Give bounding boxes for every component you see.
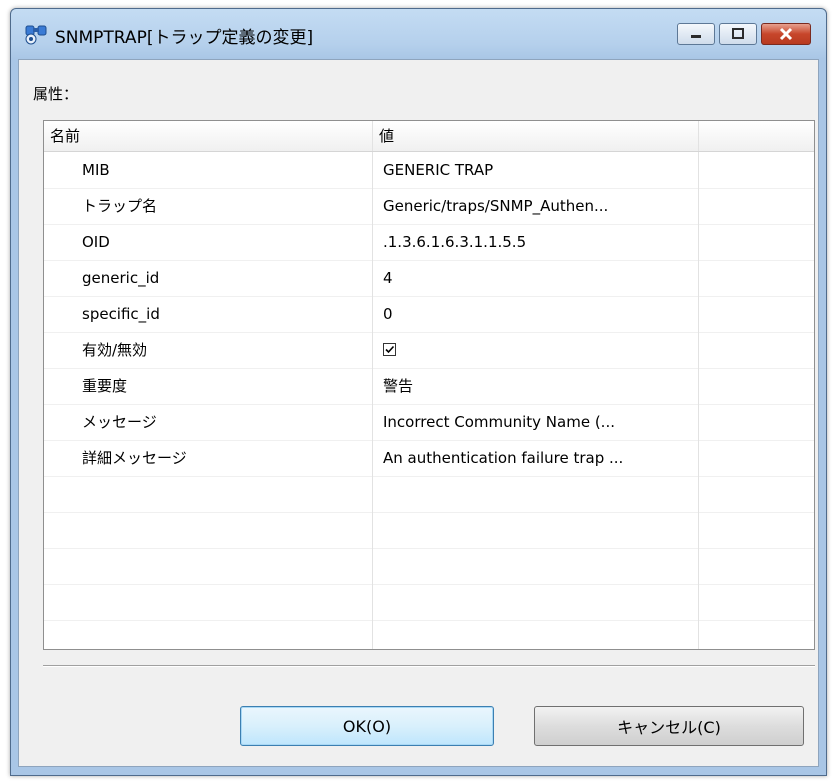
title-bar[interactable]: SNMPTRAP[トラップ定義の変更] bbox=[11, 9, 826, 59]
maximize-button[interactable] bbox=[719, 23, 757, 45]
empty-cell bbox=[373, 548, 699, 584]
empty-row bbox=[44, 584, 814, 621]
minimize-icon bbox=[691, 35, 701, 38]
minimize-button[interactable] bbox=[677, 23, 715, 45]
empty-cell bbox=[373, 476, 699, 512]
row-extra bbox=[699, 440, 814, 476]
column-header-name[interactable]: 名前 bbox=[44, 121, 373, 151]
row-value[interactable]: Generic/traps/SNMP_Authen... bbox=[373, 188, 699, 224]
row-value[interactable]: An authentication failure trap ... bbox=[373, 440, 699, 476]
table-row[interactable]: specific_id 0 bbox=[44, 296, 814, 333]
table-row[interactable]: OID .1.3.6.1.6.3.1.1.5.5 bbox=[44, 224, 814, 261]
table-row[interactable]: 詳細メッセージ An authentication failure trap .… bbox=[44, 440, 814, 477]
row-value[interactable]: GENERIC TRAP bbox=[373, 152, 699, 188]
row-name: 有効/無効 bbox=[44, 332, 373, 368]
row-name: トラップ名 bbox=[44, 188, 373, 224]
empty-row bbox=[44, 512, 814, 549]
empty-row bbox=[44, 620, 814, 649]
row-name: 詳細メッセージ bbox=[44, 440, 373, 476]
row-extra bbox=[699, 152, 814, 188]
row-extra bbox=[699, 188, 814, 224]
window-title: SNMPTRAP[トラップ定義の変更] bbox=[55, 28, 314, 48]
properties-table[interactable]: 名前 値 MIB GENERIC TRAP トラップ名 Generic/trap… bbox=[43, 120, 815, 650]
cancel-button[interactable]: キャンセル(C) bbox=[534, 706, 804, 746]
empty-cell bbox=[373, 620, 699, 649]
row-extra bbox=[699, 224, 814, 260]
empty-cell bbox=[44, 584, 373, 620]
separator bbox=[43, 665, 815, 667]
dialog-window: SNMPTRAP[トラップ定義の変更] 属性： 名前 値 MIB GENERIC… bbox=[10, 8, 827, 776]
table-row[interactable]: 有効/無効 bbox=[44, 332, 814, 369]
row-name: メッセージ bbox=[44, 404, 373, 440]
row-extra bbox=[699, 332, 814, 368]
table-row[interactable]: generic_id 4 bbox=[44, 260, 814, 297]
row-extra bbox=[699, 404, 814, 440]
empty-cell bbox=[44, 548, 373, 584]
row-extra bbox=[699, 368, 814, 404]
row-value[interactable]: 警告 bbox=[373, 368, 699, 404]
row-value[interactable]: Incorrect Community Name (... bbox=[373, 404, 699, 440]
column-header-extra[interactable] bbox=[699, 121, 814, 151]
empty-cell bbox=[373, 512, 699, 548]
empty-cell bbox=[44, 512, 373, 548]
empty-cell bbox=[44, 620, 373, 649]
row-name: 重要度 bbox=[44, 368, 373, 404]
row-extra bbox=[699, 260, 814, 296]
table-row[interactable]: 重要度 警告 bbox=[44, 368, 814, 405]
row-name: OID bbox=[44, 224, 373, 260]
empty-row bbox=[44, 548, 814, 585]
dialog-body: 属性： 名前 値 MIB GENERIC TRAP トラップ名 Generic/… bbox=[18, 59, 819, 767]
enabled-checkbox[interactable] bbox=[383, 343, 396, 356]
row-name: MIB bbox=[44, 152, 373, 188]
table-row[interactable]: トラップ名 Generic/traps/SNMP_Authen... bbox=[44, 188, 814, 225]
ok-button[interactable]: OK(O) bbox=[240, 706, 494, 746]
row-value[interactable]: 0 bbox=[373, 296, 699, 332]
empty-cell bbox=[44, 476, 373, 512]
checkmark-icon bbox=[385, 345, 395, 354]
row-value[interactable]: .1.3.6.1.6.3.1.1.5.5 bbox=[373, 224, 699, 260]
row-extra bbox=[699, 296, 814, 332]
maximize-icon bbox=[732, 28, 744, 39]
column-header-value[interactable]: 値 bbox=[373, 121, 699, 151]
row-value[interactable] bbox=[373, 332, 699, 368]
table-row[interactable]: MIB GENERIC TRAP bbox=[44, 152, 814, 189]
empty-row bbox=[44, 476, 814, 513]
close-button[interactable] bbox=[761, 23, 811, 45]
table-row[interactable]: メッセージ Incorrect Community Name (... bbox=[44, 404, 814, 441]
attributes-label: 属性： bbox=[33, 85, 79, 103]
row-value[interactable]: 4 bbox=[373, 260, 699, 296]
close-icon bbox=[779, 27, 793, 41]
row-name: specific_id bbox=[44, 296, 373, 332]
row-name: generic_id bbox=[44, 260, 373, 296]
table-header: 名前 値 bbox=[44, 121, 814, 152]
app-icon bbox=[25, 25, 47, 45]
empty-cell bbox=[373, 584, 699, 620]
